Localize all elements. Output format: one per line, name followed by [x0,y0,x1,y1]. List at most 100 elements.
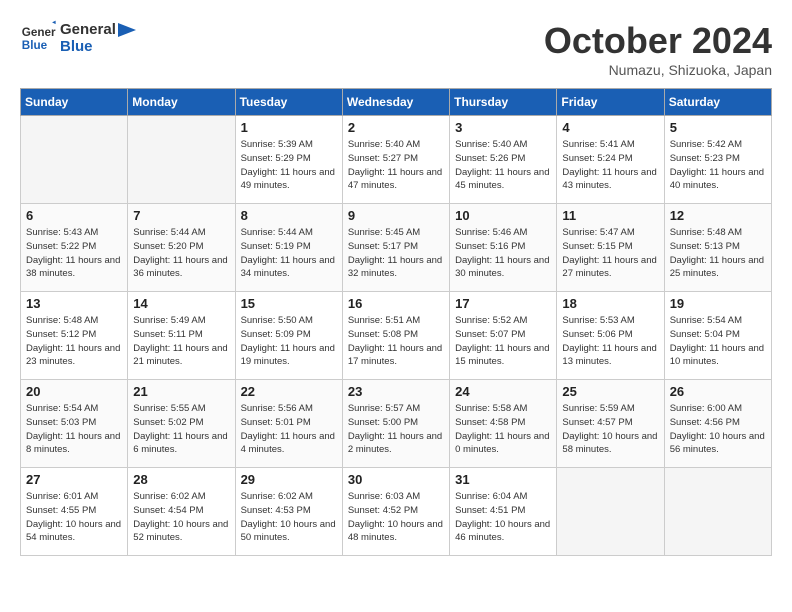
day-number: 10 [455,208,551,223]
calendar-cell [128,116,235,204]
weekday-header-monday: Monday [128,89,235,116]
calendar-cell: 4 Sunrise: 5:41 AM Sunset: 5:24 PM Daylig… [557,116,664,204]
day-number: 18 [562,296,658,311]
day-info: Sunrise: 5:45 AM Sunset: 5:17 PM Dayligh… [348,226,444,281]
day-info: Sunrise: 5:59 AM Sunset: 4:57 PM Dayligh… [562,402,658,457]
weekday-header-friday: Friday [557,89,664,116]
calendar-cell: 23Sunrise: 5:57 AM Sunset: 5:00 PM Dayli… [342,380,449,468]
day-number: 30 [348,472,444,487]
day-number: 14 [133,296,229,311]
day-info: Sunrise: 5:42 AM Sunset: 5:23 PM Dayligh… [670,138,766,193]
calendar-cell: 31Sunrise: 6:04 AM Sunset: 4:51 PM Dayli… [450,468,557,556]
logo-general: General [60,21,116,38]
day-info: Sunrise: 5:53 AM Sunset: 5:06 PM Dayligh… [562,314,658,369]
day-info: Sunrise: 5:40 AM Sunset: 5:27 PM Dayligh… [348,138,444,193]
svg-text:General: General [22,26,56,39]
day-number: 24 [455,384,551,399]
calendar-cell: 25 Sunrise: 5:59 AM Sunset: 4:57 PM Dayli… [557,380,664,468]
day-info: Sunrise: 5:52 AM Sunset: 5:07 PM Dayligh… [455,314,551,369]
day-info: Sunrise: 5:48 AM Sunset: 5:13 PM Dayligh… [670,226,766,281]
day-number: 8 [241,208,337,223]
calendar-cell: 6Sunrise: 5:43 AM Sunset: 5:22 PM Daylig… [21,204,128,292]
day-number: 3 [455,120,551,135]
day-info: Sunrise: 6:00 AM Sunset: 4:56 PM Dayligh… [670,402,766,457]
day-info: Sunrise: 5:44 AM Sunset: 5:20 PM Dayligh… [133,226,229,281]
calendar-cell: 22 Sunrise: 5:56 AM Sunset: 5:01 PM Dayli… [235,380,342,468]
day-info: Sunrise: 5:51 AM Sunset: 5:08 PM Dayligh… [348,314,444,369]
day-number: 31 [455,472,551,487]
calendar-cell: 18 Sunrise: 5:53 AM Sunset: 5:06 PM Dayli… [557,292,664,380]
calendar-cell [557,468,664,556]
page-header: General Blue General Blue October 2024 N… [20,20,772,78]
calendar-cell: 12 Sunrise: 5:48 AM Sunset: 5:13 PM Dayli… [664,204,771,292]
day-number: 26 [670,384,766,399]
day-number: 9 [348,208,444,223]
calendar-cell: 30 Sunrise: 6:03 AM Sunset: 4:52 PM Dayli… [342,468,449,556]
day-number: 12 [670,208,766,223]
calendar-cell: 28Sunrise: 6:02 AM Sunset: 4:54 PM Dayli… [128,468,235,556]
day-number: 27 [26,472,122,487]
day-info: Sunrise: 6:02 AM Sunset: 4:53 PM Dayligh… [241,490,337,545]
day-info: Sunrise: 5:56 AM Sunset: 5:01 PM Dayligh… [241,402,337,457]
day-info: Sunrise: 5:48 AM Sunset: 5:12 PM Dayligh… [26,314,122,369]
calendar-week-1: 1Sunrise: 5:39 AM Sunset: 5:29 PM Daylig… [21,116,772,204]
logo-blue: Blue [60,38,136,55]
day-info: Sunrise: 5:46 AM Sunset: 5:16 PM Dayligh… [455,226,551,281]
calendar-cell: 1Sunrise: 5:39 AM Sunset: 5:29 PM Daylig… [235,116,342,204]
calendar-week-4: 20 Sunrise: 5:54 AM Sunset: 5:03 PM Dayli… [21,380,772,468]
day-info: Sunrise: 5:55 AM Sunset: 5:02 PM Dayligh… [133,402,229,457]
day-info: Sunrise: 5:43 AM Sunset: 5:22 PM Dayligh… [26,226,122,281]
day-number: 25 [562,384,658,399]
calendar-cell: 20 Sunrise: 5:54 AM Sunset: 5:03 PM Dayli… [21,380,128,468]
weekday-header-tuesday: Tuesday [235,89,342,116]
day-number: 16 [348,296,444,311]
calendar-table: SundayMondayTuesdayWednesdayThursdayFrid… [20,88,772,556]
day-info: Sunrise: 5:39 AM Sunset: 5:29 PM Dayligh… [241,138,337,193]
logo-icon: General Blue [20,20,56,56]
svg-text:Blue: Blue [22,39,48,52]
calendar-cell: 19 Sunrise: 5:54 AM Sunset: 5:04 PM Dayli… [664,292,771,380]
calendar-cell: 7 Sunrise: 5:44 AM Sunset: 5:20 PM Daylig… [128,204,235,292]
day-number: 7 [133,208,229,223]
calendar-week-5: 27 Sunrise: 6:01 AM Sunset: 4:55 PM Dayli… [21,468,772,556]
calendar-cell: 5Sunrise: 5:42 AM Sunset: 5:23 PM Daylig… [664,116,771,204]
day-info: Sunrise: 5:57 AM Sunset: 5:00 PM Dayligh… [348,402,444,457]
calendar-cell: 10 Sunrise: 5:46 AM Sunset: 5:16 PM Dayli… [450,204,557,292]
calendar-cell: 29Sunrise: 6:02 AM Sunset: 4:53 PM Dayli… [235,468,342,556]
calendar-cell: 11 Sunrise: 5:47 AM Sunset: 5:15 PM Dayli… [557,204,664,292]
day-info: Sunrise: 5:40 AM Sunset: 5:26 PM Dayligh… [455,138,551,193]
calendar-cell: 9 Sunrise: 5:45 AM Sunset: 5:17 PM Daylig… [342,204,449,292]
calendar-cell: 13Sunrise: 5:48 AM Sunset: 5:12 PM Dayli… [21,292,128,380]
day-info: Sunrise: 5:50 AM Sunset: 5:09 PM Dayligh… [241,314,337,369]
day-number: 19 [670,296,766,311]
calendar-cell: 24 Sunrise: 5:58 AM Sunset: 4:58 PM Dayli… [450,380,557,468]
calendar-cell: 17Sunrise: 5:52 AM Sunset: 5:07 PM Dayli… [450,292,557,380]
month-title: October 2024 [544,20,772,62]
calendar-cell [21,116,128,204]
calendar-week-2: 6Sunrise: 5:43 AM Sunset: 5:22 PM Daylig… [21,204,772,292]
day-number: 28 [133,472,229,487]
calendar-cell: 16 Sunrise: 5:51 AM Sunset: 5:08 PM Dayli… [342,292,449,380]
day-info: Sunrise: 6:01 AM Sunset: 4:55 PM Dayligh… [26,490,122,545]
calendar-cell: 27 Sunrise: 6:01 AM Sunset: 4:55 PM Dayli… [21,468,128,556]
day-info: Sunrise: 5:58 AM Sunset: 4:58 PM Dayligh… [455,402,551,457]
day-number: 20 [26,384,122,399]
day-info: Sunrise: 5:54 AM Sunset: 5:03 PM Dayligh… [26,402,122,457]
day-info: Sunrise: 5:54 AM Sunset: 5:04 PM Dayligh… [670,314,766,369]
calendar-cell: 8Sunrise: 5:44 AM Sunset: 5:19 PM Daylig… [235,204,342,292]
day-number: 22 [241,384,337,399]
day-number: 15 [241,296,337,311]
title-block: October 2024 Numazu, Shizuoka, Japan [544,20,772,78]
day-info: Sunrise: 5:41 AM Sunset: 5:24 PM Dayligh… [562,138,658,193]
day-number: 4 [562,120,658,135]
day-number: 11 [562,208,658,223]
calendar-header-row: SundayMondayTuesdayWednesdayThursdayFrid… [21,89,772,116]
day-number: 21 [133,384,229,399]
weekday-header-wednesday: Wednesday [342,89,449,116]
calendar-week-3: 13Sunrise: 5:48 AM Sunset: 5:12 PM Dayli… [21,292,772,380]
day-info: Sunrise: 5:47 AM Sunset: 5:15 PM Dayligh… [562,226,658,281]
logo: General Blue General Blue [20,20,136,56]
weekday-header-sunday: Sunday [21,89,128,116]
day-info: Sunrise: 6:03 AM Sunset: 4:52 PM Dayligh… [348,490,444,545]
calendar-cell: 3 Sunrise: 5:40 AM Sunset: 5:26 PM Daylig… [450,116,557,204]
